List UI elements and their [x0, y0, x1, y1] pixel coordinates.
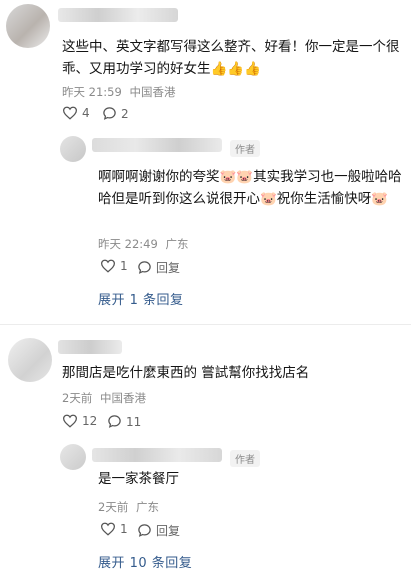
reply-location: 广东 — [165, 237, 189, 251]
like-button[interactable]: 4 — [62, 106, 90, 120]
heart-icon — [62, 106, 78, 120]
comment-location: 中国香港 — [129, 85, 176, 99]
author-name-blurred[interactable] — [92, 138, 222, 152]
username-blurred[interactable] — [58, 8, 178, 22]
expand-replies-link[interactable]: 展开 10 条回复 — [98, 552, 192, 571]
user-avatar[interactable] — [6, 4, 50, 48]
comment-icon — [138, 261, 151, 274]
reply-label: 回复 — [156, 524, 181, 538]
reply-button[interactable]: 回复 — [137, 259, 180, 276]
reply-count: 11 — [126, 414, 142, 429]
reply-meta: 昨天 22:49 广东 — [98, 236, 188, 252]
reply-location: 广东 — [135, 500, 159, 514]
reply-like-button[interactable]: 1 — [100, 522, 128, 536]
like-count: 4 — [82, 106, 90, 120]
reply-label: 回复 — [156, 261, 181, 275]
comment-meta: 昨天 21:59 中国香港 — [62, 84, 175, 100]
reply-count: 2 — [121, 106, 129, 121]
user-avatar[interactable] — [8, 338, 52, 382]
reply-meta: 2天前 广东 — [98, 499, 159, 515]
reply-like-count: 1 — [120, 522, 128, 536]
comment-icon — [108, 415, 121, 428]
heart-icon — [62, 414, 78, 428]
reply-time: 昨天 22:49 — [98, 237, 158, 251]
heart-icon — [100, 259, 116, 273]
reply-time: 2天前 — [98, 500, 129, 514]
reply-count-button[interactable]: 11 — [107, 414, 141, 429]
reply-button[interactable]: 回复 — [137, 522, 180, 539]
comment-location: 中国香港 — [99, 391, 146, 405]
reply-text: 是一家茶餐厅 — [98, 471, 179, 487]
reply-text: 啊啊啊谢谢你的夸奖🐷🐷其实我学习也一般啦哈哈哈但是听到你这么说很开心🐷祝你生活愉… — [98, 169, 402, 207]
reply-like-count: 1 — [120, 259, 128, 273]
author-avatar[interactable] — [60, 136, 86, 162]
comment-text: 那間店是吃什麼東西的 嘗試幫你找找店名 — [62, 365, 310, 381]
expand-replies-link[interactable]: 展开 1 条回复 — [98, 289, 184, 308]
comment-time: 2天前 — [62, 391, 93, 405]
comment-icon — [103, 107, 116, 120]
author-name-blurred[interactable] — [92, 448, 222, 462]
divider — [0, 324, 411, 325]
author-tag: 作者 — [230, 140, 260, 157]
like-count: 12 — [82, 414, 98, 428]
reply-count-button[interactable]: 2 — [102, 106, 129, 121]
comment-icon — [138, 524, 151, 537]
comment-text: 这些中、英文字都写得这么整齐、好看！你一定是一个很乖、又用功学习的好女生👍👍👍 — [62, 39, 400, 77]
author-avatar[interactable] — [60, 444, 86, 470]
comment-time: 昨天 21:59 — [62, 85, 122, 99]
comment-meta: 2天前 中国香港 — [62, 390, 146, 406]
username-blurred[interactable] — [58, 340, 122, 354]
heart-icon — [100, 522, 116, 536]
author-tag: 作者 — [230, 450, 260, 467]
reply-like-button[interactable]: 1 — [100, 259, 128, 273]
like-button[interactable]: 12 — [62, 414, 97, 428]
